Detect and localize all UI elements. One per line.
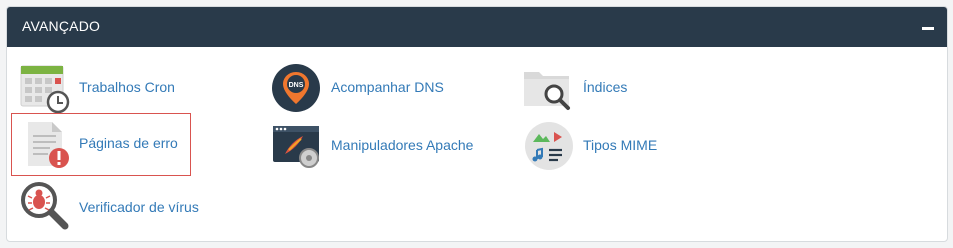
item-label: Índices xyxy=(583,79,628,95)
advanced-panel: AVANÇADO Trabalhos Cron DNS Acompanhar D… xyxy=(6,6,948,242)
folder-search-icon xyxy=(524,72,570,110)
mime-types-icon xyxy=(525,122,573,170)
virus-scanner-icon xyxy=(21,182,69,230)
item-error-pages[interactable]: Páginas de erro xyxy=(11,113,191,176)
item-virus-scanner[interactable]: Verificador de vírus xyxy=(19,177,239,235)
item-label: Verificador de vírus xyxy=(79,199,199,215)
item-label: Manipuladores Apache xyxy=(331,137,474,153)
item-label: Páginas de erro xyxy=(79,135,178,151)
svg-text:DNS: DNS xyxy=(289,82,304,89)
panel-header[interactable]: AVANÇADO xyxy=(7,7,947,47)
error-page-icon xyxy=(28,122,69,168)
dns-pin-icon: DNS xyxy=(272,64,320,112)
collapse-button[interactable] xyxy=(919,18,937,36)
panel-title: AVANÇADO xyxy=(22,18,101,34)
item-cron-jobs[interactable]: Trabalhos Cron xyxy=(19,59,219,117)
item-indexes[interactable]: Índices xyxy=(523,59,723,117)
item-mime-types[interactable]: Tipos MIME xyxy=(523,117,723,175)
item-label: Acompanhar DNS xyxy=(331,79,444,95)
item-label: Trabalhos Cron xyxy=(79,79,175,95)
item-apache-handlers[interactable]: Manipuladores Apache xyxy=(271,117,511,175)
item-track-dns[interactable]: DNS Acompanhar DNS xyxy=(271,59,471,117)
apache-handlers-icon xyxy=(273,126,319,168)
minus-icon xyxy=(922,27,934,30)
calendar-clock-icon xyxy=(20,65,70,114)
item-label: Tipos MIME xyxy=(583,137,658,153)
